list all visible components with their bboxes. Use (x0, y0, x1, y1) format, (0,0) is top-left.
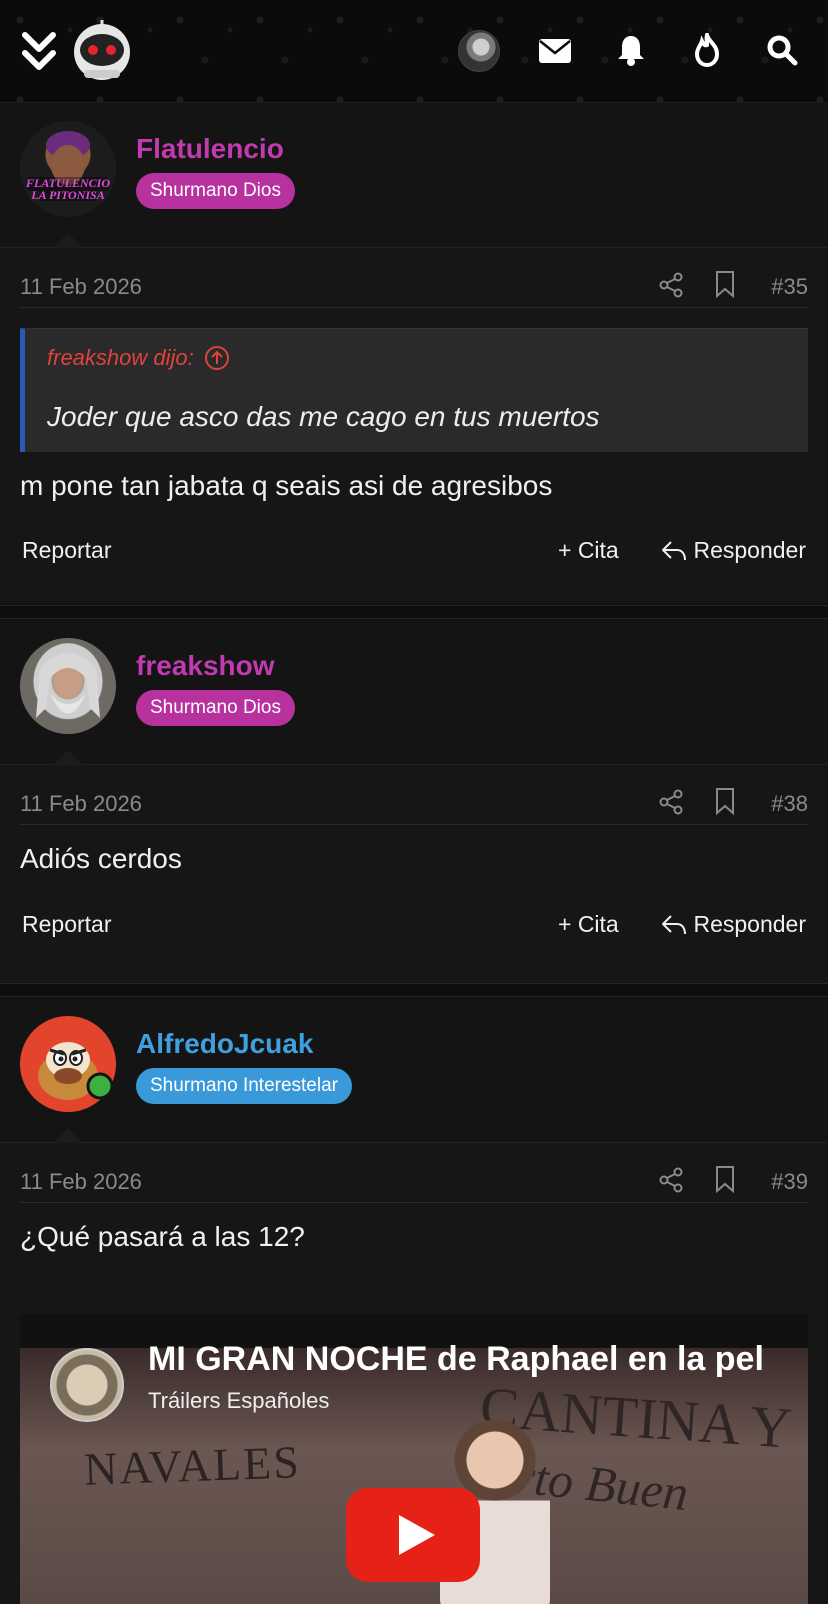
quote-author-label: freakshow dijo: (47, 345, 194, 370)
post-date[interactable]: 11 Feb 2026 (20, 274, 142, 300)
bookmark-icon[interactable] (713, 1165, 737, 1194)
post-body: 11 Feb 2026 #38 Adiós cerdos Reportar + … (0, 765, 828, 983)
post-meta: 11 Feb 2026 #39 (20, 1163, 808, 1203)
reply-label: Responder (693, 911, 806, 937)
post-actions: Reportar + Cita Responder (22, 533, 806, 567)
post-message: m pone tan jabata q seais asi de agresib… (20, 470, 553, 501)
robot-logo-icon[interactable] (70, 18, 134, 82)
username[interactable]: AlfredoJcuak (136, 1028, 313, 1060)
username[interactable]: Flatulencio (136, 133, 284, 165)
avatar-pointer (52, 750, 84, 766)
avatar-caption: FLATULENCIO LA PITONISA (25, 176, 110, 202)
fire-icon[interactable] (688, 30, 726, 70)
post-message: Adiós cerdos (20, 843, 182, 874)
quote-button[interactable]: + Cita (558, 537, 619, 564)
avatar-pointer (52, 1128, 84, 1144)
top-navigation-bar (0, 0, 828, 103)
channel-avatar[interactable] (50, 1348, 124, 1422)
post-author-header: FLATULENCIO LA PITONISA Flatulencio Shur… (0, 103, 828, 249)
bookmark-icon[interactable] (713, 270, 737, 299)
quote-button[interactable]: + Cita (558, 911, 619, 938)
mail-icon[interactable] (536, 32, 574, 70)
report-button[interactable]: Reportar (22, 537, 111, 564)
arrow-up-circle-icon[interactable] (204, 345, 230, 371)
video-thumbnail-sign: NAVALES (83, 1436, 302, 1495)
video-title[interactable]: MI GRAN NOCHE de Raphael en la pel (148, 1340, 778, 1379)
chevrons-down-icon[interactable] (18, 28, 60, 76)
post-author-header: AlfredoJcuak Shurmano Interestelar (0, 998, 828, 1144)
share-icon[interactable] (658, 272, 684, 298)
avatar[interactable] (20, 638, 116, 734)
post-number[interactable]: #38 (771, 791, 808, 817)
post-separator (0, 983, 828, 997)
share-icon[interactable] (658, 1167, 684, 1193)
quote-block: freakshow dijo: Joder que asco das me ca… (20, 328, 808, 452)
share-icon[interactable] (658, 789, 684, 815)
reply-button[interactable]: Responder (661, 911, 806, 938)
bookmark-icon[interactable] (713, 787, 737, 816)
rank-badge: Shurmano Dios (136, 690, 295, 726)
username[interactable]: freakshow (136, 650, 275, 682)
post-date[interactable]: 11 Feb 2026 (20, 791, 142, 817)
post-meta: 11 Feb 2026 #35 (20, 268, 808, 308)
play-icon (399, 1515, 435, 1555)
post-meta: 11 Feb 2026 #38 (20, 785, 808, 825)
reply-icon (662, 540, 687, 560)
post-number[interactable]: #39 (771, 1169, 808, 1195)
online-status-icon (86, 1072, 114, 1100)
post-author-header: freakshow Shurmano Dios (0, 620, 828, 766)
report-button[interactable]: Reportar (22, 911, 111, 938)
video-channel[interactable]: Tráilers Españoles (148, 1388, 329, 1414)
post: freakshow Shurmano Dios 11 Feb 2026 #38 … (0, 620, 828, 983)
post-body: 11 Feb 2026 #35 freakshow dijo: Joder qu… (0, 248, 828, 603)
post-separator (0, 605, 828, 619)
avatar-pointer (52, 233, 84, 249)
play-button[interactable] (346, 1488, 480, 1582)
post-number[interactable]: #35 (771, 274, 808, 300)
post-actions: Reportar + Cita Responder (22, 907, 806, 941)
rank-badge: Shurmano Interestelar (136, 1068, 352, 1104)
post: FLATULENCIO LA PITONISA Flatulencio Shur… (0, 103, 828, 603)
post-message: ¿Qué pasará a las 12? (20, 1221, 305, 1252)
quote-author[interactable]: freakshow dijo: (47, 345, 230, 371)
user-avatar[interactable] (458, 30, 500, 72)
search-icon[interactable] (762, 30, 802, 70)
reply-button[interactable]: Responder (661, 537, 806, 564)
rank-badge: Shurmano Dios (136, 173, 295, 209)
avatar[interactable]: FLATULENCIO LA PITONISA (20, 121, 116, 217)
bell-icon[interactable] (612, 30, 650, 70)
reply-label: Responder (693, 537, 806, 563)
youtube-video-embed[interactable]: NAVALES CANTINA Y urto Buen MI GRAN NOCH… (20, 1314, 808, 1604)
post-date[interactable]: 11 Feb 2026 (20, 1169, 142, 1195)
quote-text: Joder que asco das me cago en tus muerto… (47, 401, 600, 432)
reply-icon (662, 914, 687, 934)
